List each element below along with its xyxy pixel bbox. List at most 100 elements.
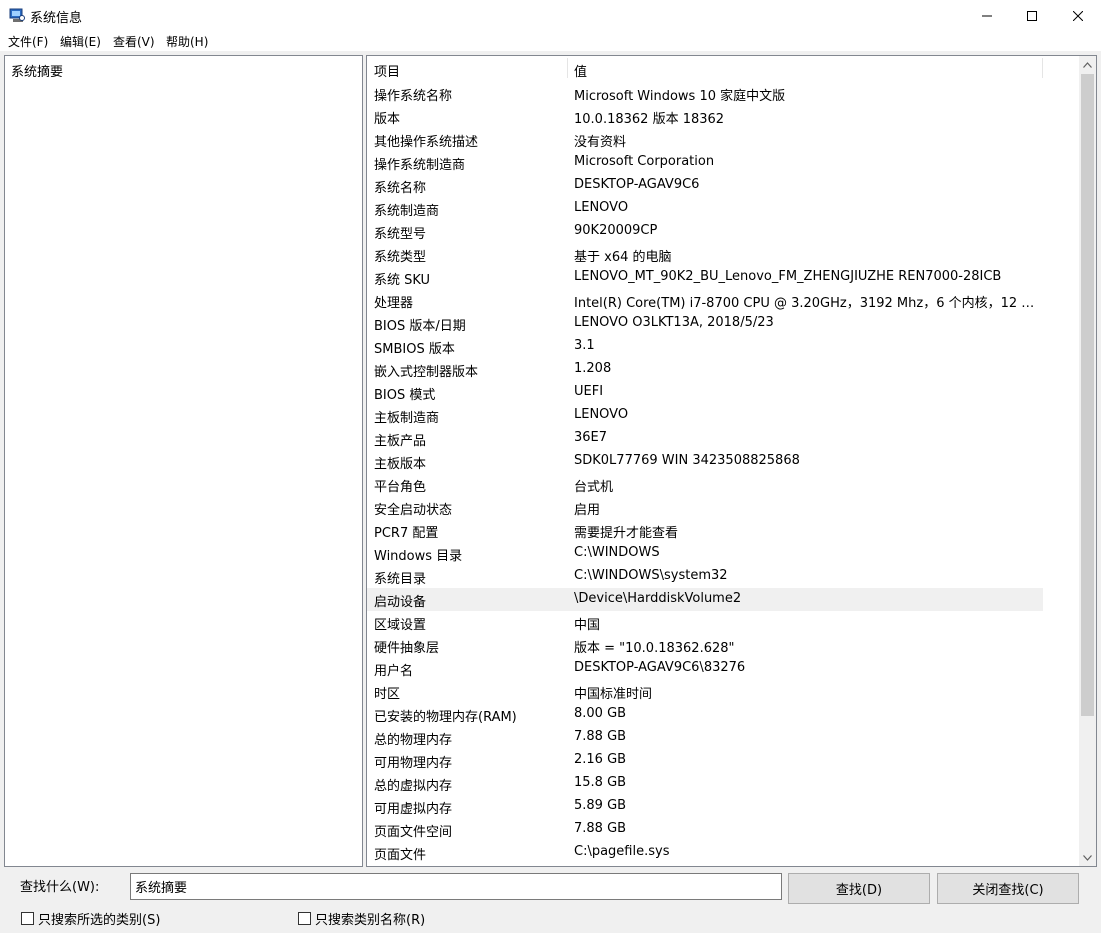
row-item-name: BIOS 版本/日期 — [374, 319, 466, 334]
table-row[interactable]: 其他操作系统描述 没有资料 — [367, 128, 1043, 151]
row-item-value: SDK0L77769 WIN 3423508825868 — [574, 453, 800, 468]
row-item-value: LENOVO — [574, 407, 629, 422]
table-row[interactable]: 可用虚拟内存 5.89 GB — [367, 795, 1043, 818]
row-item-value: 7.88 GB — [574, 821, 627, 836]
table-row[interactable]: 平台角色 台式机 — [367, 473, 1043, 496]
menu-view[interactable]: 查看(V) — [113, 33, 155, 50]
row-item-name: 其他操作系统描述 — [374, 135, 479, 150]
list-rows: 操作系统名称 Microsoft Windows 10 家庭中文版 版本 10.0.1… — [367, 82, 1043, 864]
row-item-name: PCR7 配置 — [374, 526, 439, 541]
table-row[interactable]: 启动设备 \Device\HarddiskVolume2 — [367, 588, 1043, 611]
table-row[interactable]: BIOS 模式 UEFI — [367, 381, 1043, 404]
scroll-down-button[interactable] — [1079, 849, 1096, 866]
menu-edit[interactable]: 编辑(E) — [60, 33, 101, 50]
table-row[interactable]: 硬件抽象层 版本 = "10.0.18362.628" — [367, 634, 1043, 657]
table-row[interactable]: 总的虚拟内存 15.8 GB — [367, 772, 1043, 795]
row-item-name: 操作系统制造商 — [374, 158, 466, 173]
scroll-up-button[interactable] — [1079, 56, 1096, 73]
table-row[interactable]: 已安装的物理内存(RAM) 8.00 GB — [367, 703, 1043, 726]
column-header-value[interactable]: 值 — [574, 61, 587, 80]
details-list[interactable]: 项目 值 操作系统名称 Microsoft Windows 10 家庭中文版 版本 1… — [366, 55, 1097, 867]
table-row[interactable]: 时区 中国标准时间 — [367, 680, 1043, 703]
table-row[interactable]: 处理器 Intel(R) Core(TM) i7-8700 CPU @ 3.20G… — [367, 289, 1043, 312]
row-item-name: 已安装的物理内存(RAM) — [374, 710, 517, 725]
table-row[interactable]: Windows 目录 C:\WINDOWS — [367, 542, 1043, 565]
chevron-down-icon — [1083, 854, 1092, 861]
table-row[interactable]: 总的物理内存 7.88 GB — [367, 726, 1043, 749]
column-divider[interactable] — [567, 58, 568, 78]
tree-item-system-summary[interactable]: 系统摘要 — [11, 61, 63, 80]
row-item-value: LENOVO_MT_90K2_BU_Lenovo_FM_ZHENGJIUZHE … — [574, 269, 1002, 284]
table-row[interactable]: 安全启动状态 启用 — [367, 496, 1043, 519]
table-row[interactable]: SMBIOS 版本 3.1 — [367, 335, 1043, 358]
table-row[interactable]: 主板版本 SDK0L77769 WIN 3423508825868 — [367, 450, 1043, 473]
row-item-name: 系统型号 — [374, 227, 427, 242]
row-item-name: 操作系统名称 — [374, 89, 453, 104]
maximize-button[interactable] — [1009, 0, 1055, 31]
close-button[interactable] — [1055, 0, 1101, 31]
row-item-value: 版本 = "10.0.18362.628" — [574, 641, 735, 656]
category-tree[interactable]: 系统摘要 — [4, 55, 363, 867]
row-item-value: Microsoft Corporation — [574, 154, 715, 169]
row-item-name: Windows 目录 — [374, 549, 463, 564]
search-category-names-checkbox[interactable]: 只搜索类别名称(R) — [298, 909, 425, 928]
column-divider[interactable] — [1042, 58, 1043, 78]
table-row[interactable]: 系统制造商 LENOVO — [367, 197, 1043, 220]
table-row[interactable]: 操作系统制造商 Microsoft Corporation — [367, 151, 1043, 174]
table-row[interactable]: PCR7 配置 需要提升才能查看 — [367, 519, 1043, 542]
table-row[interactable]: 系统类型 基于 x64 的电脑 — [367, 243, 1043, 266]
row-item-value: 没有资料 — [574, 135, 627, 150]
checkbox-box[interactable] — [21, 912, 34, 925]
table-row[interactable]: 页面文件 C:\pagefile.sys — [367, 841, 1043, 864]
scroll-thumb[interactable] — [1081, 74, 1094, 716]
minimize-button[interactable] — [964, 0, 1010, 31]
menu-file[interactable]: 文件(F) — [8, 33, 48, 50]
table-row[interactable]: 主板产品 36E7 — [367, 427, 1043, 450]
table-row[interactable]: 嵌入式控制器版本 1.208 — [367, 358, 1043, 381]
row-item-name: SMBIOS 版本 — [374, 342, 455, 357]
table-row[interactable]: 系统目录 C:\WINDOWS\system32 — [367, 565, 1043, 588]
table-row[interactable]: 系统型号 90K20009CP — [367, 220, 1043, 243]
search-selected-category-checkbox[interactable]: 只搜索所选的类别(S) — [21, 909, 160, 928]
row-item-value: C:\WINDOWS\system32 — [574, 568, 728, 583]
system-info-window: 系统信息 文件(F) 编辑(E) 查看(V) 帮助(H) 系统摘要 项目 值 操… — [0, 0, 1101, 933]
table-row[interactable]: 页面文件空间 7.88 GB — [367, 818, 1043, 841]
row-item-name: 可用物理内存 — [374, 756, 453, 771]
table-row[interactable]: BIOS 版本/日期 LENOVO O3LKT13A, 2018/5/23 — [367, 312, 1043, 335]
maximize-icon — [1027, 10, 1037, 21]
column-header-item[interactable]: 项目 — [374, 61, 400, 80]
table-row[interactable]: 可用物理内存 2.16 GB — [367, 749, 1043, 772]
checkbox-box[interactable] — [298, 912, 311, 925]
row-item-name: 硬件抽象层 — [374, 641, 440, 656]
table-row[interactable]: 系统名称 DESKTOP-AGAV9C6 — [367, 174, 1043, 197]
row-item-name: BIOS 模式 — [374, 388, 436, 403]
find-button[interactable]: 查找(D) — [788, 873, 930, 904]
table-row[interactable]: 主板制造商 LENOVO — [367, 404, 1043, 427]
row-item-name: 系统类型 — [374, 250, 427, 265]
row-item-name: 总的虚拟内存 — [374, 779, 453, 794]
row-item-name: 总的物理内存 — [374, 733, 453, 748]
row-item-name: 版本 — [374, 112, 401, 127]
row-item-value: C:\WINDOWS — [574, 545, 660, 560]
row-item-value: 需要提升才能查看 — [574, 526, 679, 541]
table-row[interactable]: 版本 10.0.18362 版本 18362 — [367, 105, 1043, 128]
vertical-scrollbar[interactable] — [1079, 56, 1096, 866]
row-item-value: 中国 — [574, 618, 601, 633]
row-item-value: 3.1 — [574, 338, 595, 353]
minimize-icon — [982, 15, 992, 16]
table-row[interactable]: 操作系统名称 Microsoft Windows 10 家庭中文版 — [367, 82, 1043, 105]
find-input[interactable] — [130, 873, 782, 900]
menu-help[interactable]: 帮助(H) — [166, 33, 208, 50]
row-item-name: 用户名 — [374, 664, 414, 679]
row-item-name: 嵌入式控制器版本 — [374, 365, 479, 380]
row-item-value: DESKTOP-AGAV9C6 — [574, 177, 700, 192]
row-item-value: 15.8 GB — [574, 775, 627, 790]
row-item-name: 主板版本 — [374, 457, 427, 472]
row-item-name: 安全启动状态 — [374, 503, 453, 518]
row-item-value: UEFI — [574, 384, 604, 399]
table-row[interactable]: 区域设置 中国 — [367, 611, 1043, 634]
table-row[interactable]: 用户名 DESKTOP-AGAV9C6\83276 — [367, 657, 1043, 680]
table-row[interactable]: 系统 SKU LENOVO_MT_90K2_BU_Lenovo_FM_ZHENGJ… — [367, 266, 1043, 289]
close-find-button[interactable]: 关闭查找(C) — [937, 873, 1079, 904]
row-item-name: 页面文件 — [374, 848, 427, 863]
